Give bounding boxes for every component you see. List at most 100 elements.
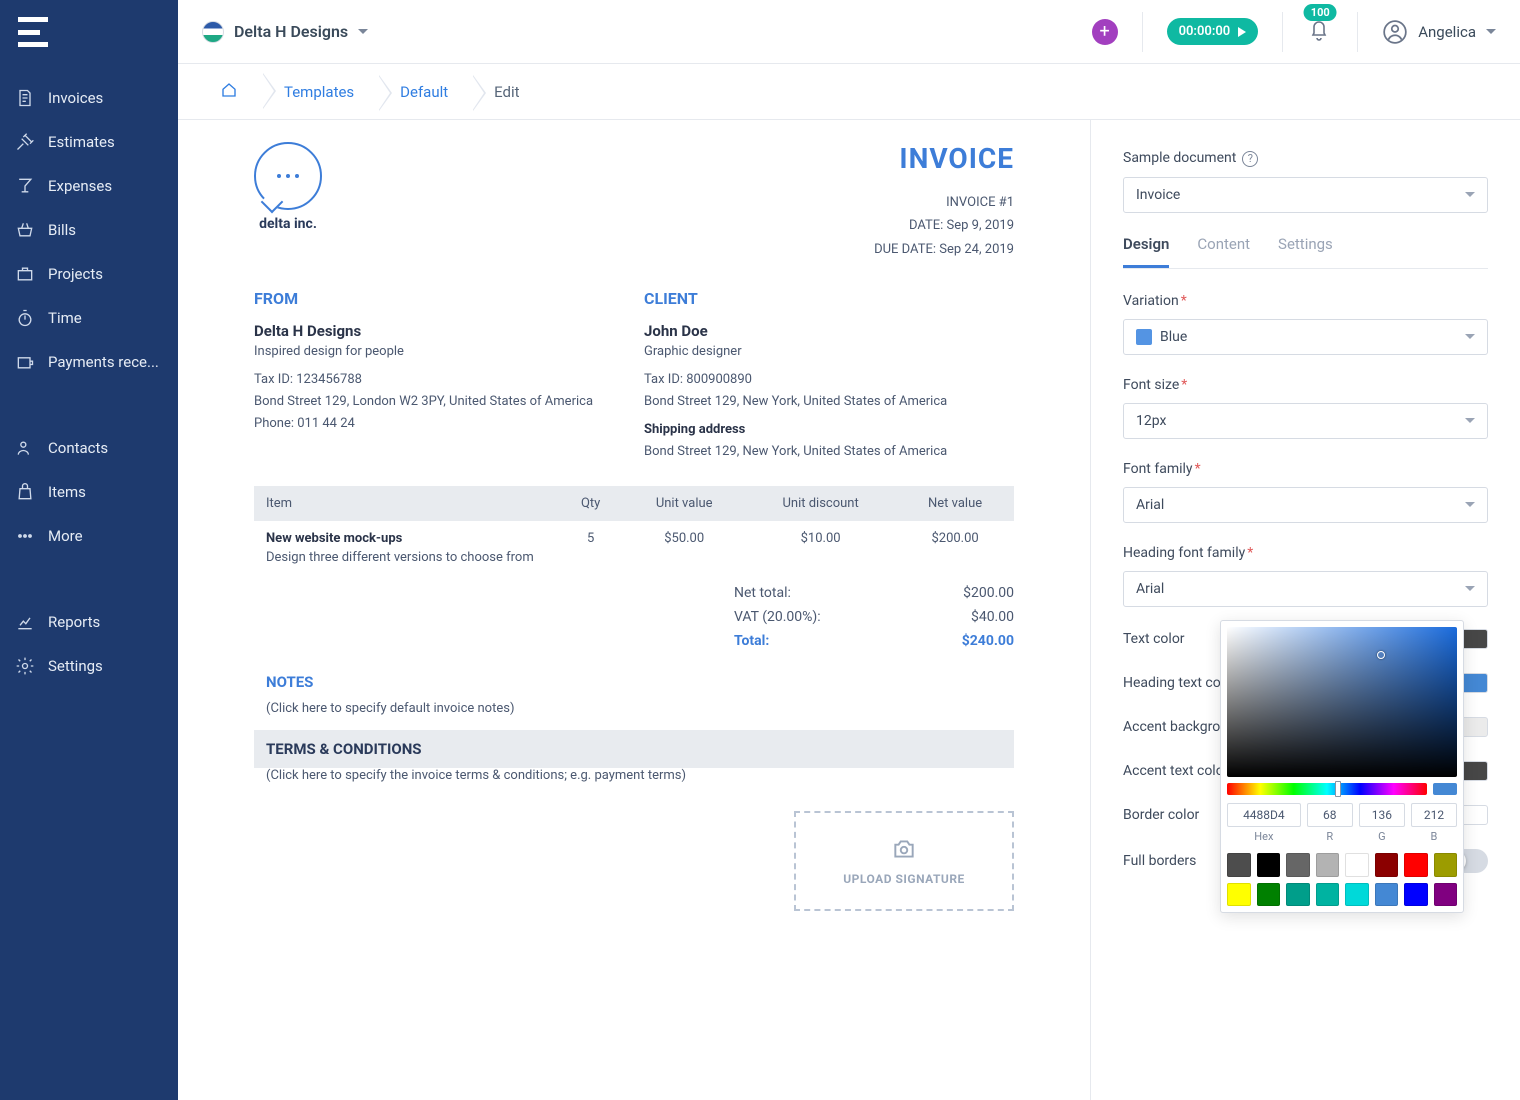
sidebar-item-time[interactable]: Time xyxy=(0,296,178,340)
saturation-cursor[interactable] xyxy=(1377,651,1385,659)
terms-body[interactable]: (Click here to specify the invoice terms… xyxy=(254,768,1014,783)
sidebar-item-estimates[interactable]: Estimates xyxy=(0,120,178,164)
invoice-number: INVOICE #1 xyxy=(874,191,1014,214)
stopwatch-icon xyxy=(14,307,36,329)
sidebar-item-label: Estimates xyxy=(48,133,115,151)
preset-color[interactable] xyxy=(1345,883,1369,907)
sidebar-item-invoices[interactable]: Invoices xyxy=(0,76,178,120)
document-canvas: delta inc. INVOICE INVOICE #1 DATE: Sep … xyxy=(178,120,1090,1100)
breadcrumb-home[interactable] xyxy=(202,73,262,111)
sidebar-item-projects[interactable]: Projects xyxy=(0,252,178,296)
preset-color[interactable] xyxy=(1316,883,1340,907)
hue-slider-handle[interactable] xyxy=(1335,781,1341,797)
preset-color[interactable] xyxy=(1345,853,1369,877)
sidebar-item-bills[interactable]: Bills xyxy=(0,208,178,252)
full-borders-label: Full borders xyxy=(1123,853,1196,869)
preset-color[interactable] xyxy=(1375,853,1399,877)
users-icon xyxy=(14,437,36,459)
tab-content[interactable]: Content xyxy=(1197,235,1250,268)
user-name: Angelica xyxy=(1418,23,1476,41)
bag-icon xyxy=(14,481,36,503)
sidebar: Invoices Estimates Expenses Bills Projec… xyxy=(0,0,178,1100)
client-tax: Tax ID: 800900890 xyxy=(644,369,1014,391)
sidebar-item-settings[interactable]: Settings xyxy=(0,644,178,688)
sidebar-item-payments[interactable]: Payments rece... xyxy=(0,340,178,384)
r-input[interactable] xyxy=(1307,803,1353,827)
user-menu[interactable]: Angelica xyxy=(1382,19,1496,45)
play-icon xyxy=(1238,27,1246,37)
col-unit: Unit value xyxy=(623,486,745,521)
chart-icon xyxy=(14,611,36,633)
preset-color[interactable] xyxy=(1375,883,1399,907)
preset-color[interactable] xyxy=(1257,883,1281,907)
from-name: Delta H Designs xyxy=(254,322,624,340)
table-row[interactable]: New website mock-upsDesign three differe… xyxy=(254,521,1014,575)
from-address: Bond Street 129, London W2 3PY, United S… xyxy=(254,391,624,413)
basket-icon xyxy=(14,219,36,241)
from-heading: FROM xyxy=(254,289,624,308)
sidebar-item-label: More xyxy=(48,527,83,545)
preset-color[interactable] xyxy=(1434,883,1458,907)
col-qty: Qty xyxy=(558,486,623,521)
chevron-down-icon xyxy=(1465,502,1475,507)
sender-logo: delta inc. xyxy=(254,142,322,232)
notes-heading: NOTES xyxy=(254,673,1014,691)
col-net: Net value xyxy=(896,486,1014,521)
sidebar-item-items[interactable]: Items xyxy=(0,470,178,514)
sidebar-item-expenses[interactable]: Expenses xyxy=(0,164,178,208)
upload-signature[interactable]: UPLOAD SIGNATURE xyxy=(794,811,1014,911)
tab-design[interactable]: Design xyxy=(1123,235,1169,268)
font-family-select[interactable]: Arial xyxy=(1123,487,1488,523)
preset-color[interactable] xyxy=(1257,853,1281,877)
terms-heading: TERMS & CONDITIONS xyxy=(254,730,1014,768)
sidebar-item-more[interactable]: More xyxy=(0,514,178,558)
sample-document-select[interactable]: Invoice xyxy=(1123,177,1488,213)
hex-input[interactable] xyxy=(1227,803,1301,827)
preset-color[interactable] xyxy=(1434,853,1458,877)
help-icon[interactable]: ? xyxy=(1242,151,1258,167)
org-switcher[interactable]: Delta H Designs xyxy=(202,21,368,43)
preset-colors xyxy=(1227,853,1457,906)
g-input[interactable] xyxy=(1359,803,1405,827)
line-items-table: Item Qty Unit value Unit discount Net va… xyxy=(254,486,1014,575)
notes-body[interactable]: (Click here to specify default invoice n… xyxy=(254,701,1014,716)
notifications-button[interactable]: 100 xyxy=(1307,18,1333,46)
breadcrumb-templates[interactable]: Templates xyxy=(266,75,378,109)
preset-color[interactable] xyxy=(1404,853,1428,877)
b-input[interactable] xyxy=(1411,803,1457,827)
from-tax: Tax ID: 123456788 xyxy=(254,369,624,391)
app-logo[interactable] xyxy=(0,0,178,64)
preset-color[interactable] xyxy=(1227,883,1251,907)
preset-color[interactable] xyxy=(1404,883,1428,907)
breadcrumb-default[interactable]: Default xyxy=(382,75,472,109)
sidebar-item-reports[interactable]: Reports xyxy=(0,600,178,644)
saturation-area[interactable] xyxy=(1227,627,1457,777)
sidebar-item-contacts[interactable]: Contacts xyxy=(0,426,178,470)
timer-button[interactable]: 00:00:00 xyxy=(1167,18,1259,45)
invoice-date: DATE: Sep 9, 2019 xyxy=(874,214,1014,237)
invoice-due: DUE DATE: Sep 24, 2019 xyxy=(874,238,1014,261)
preset-color[interactable] xyxy=(1286,883,1310,907)
from-block: FROM Delta H Designs Inspired design for… xyxy=(254,289,624,463)
sidebar-item-label: Expenses xyxy=(48,177,112,195)
heading-font-family-select[interactable]: Arial xyxy=(1123,571,1488,607)
item-net: $200.00 xyxy=(896,521,1014,575)
sender-logo-label: delta inc. xyxy=(259,216,317,232)
org-flag-icon xyxy=(202,21,224,43)
vat-value: $40.00 xyxy=(971,609,1014,625)
col-discount: Unit discount xyxy=(745,486,896,521)
preset-color[interactable] xyxy=(1286,853,1310,877)
tab-settings[interactable]: Settings xyxy=(1278,235,1333,268)
from-phone: Phone: 011 44 24 xyxy=(254,413,624,435)
create-button[interactable]: + xyxy=(1092,19,1118,45)
chevron-down-icon xyxy=(1465,192,1475,197)
topbar: Delta H Designs + 00:00:00 100 Angelica xyxy=(178,0,1520,64)
preset-color[interactable] xyxy=(1316,853,1340,877)
preset-color[interactable] xyxy=(1227,853,1251,877)
notification-badge: 100 xyxy=(1304,4,1337,21)
font-size-select[interactable]: 12px xyxy=(1123,403,1488,439)
breadcrumb: Templates Default Edit xyxy=(178,64,1520,120)
variation-select[interactable]: Blue xyxy=(1123,319,1488,355)
hue-slider[interactable] xyxy=(1227,783,1427,795)
nav-group-primary: Invoices Estimates Expenses Bills Projec… xyxy=(0,64,178,396)
